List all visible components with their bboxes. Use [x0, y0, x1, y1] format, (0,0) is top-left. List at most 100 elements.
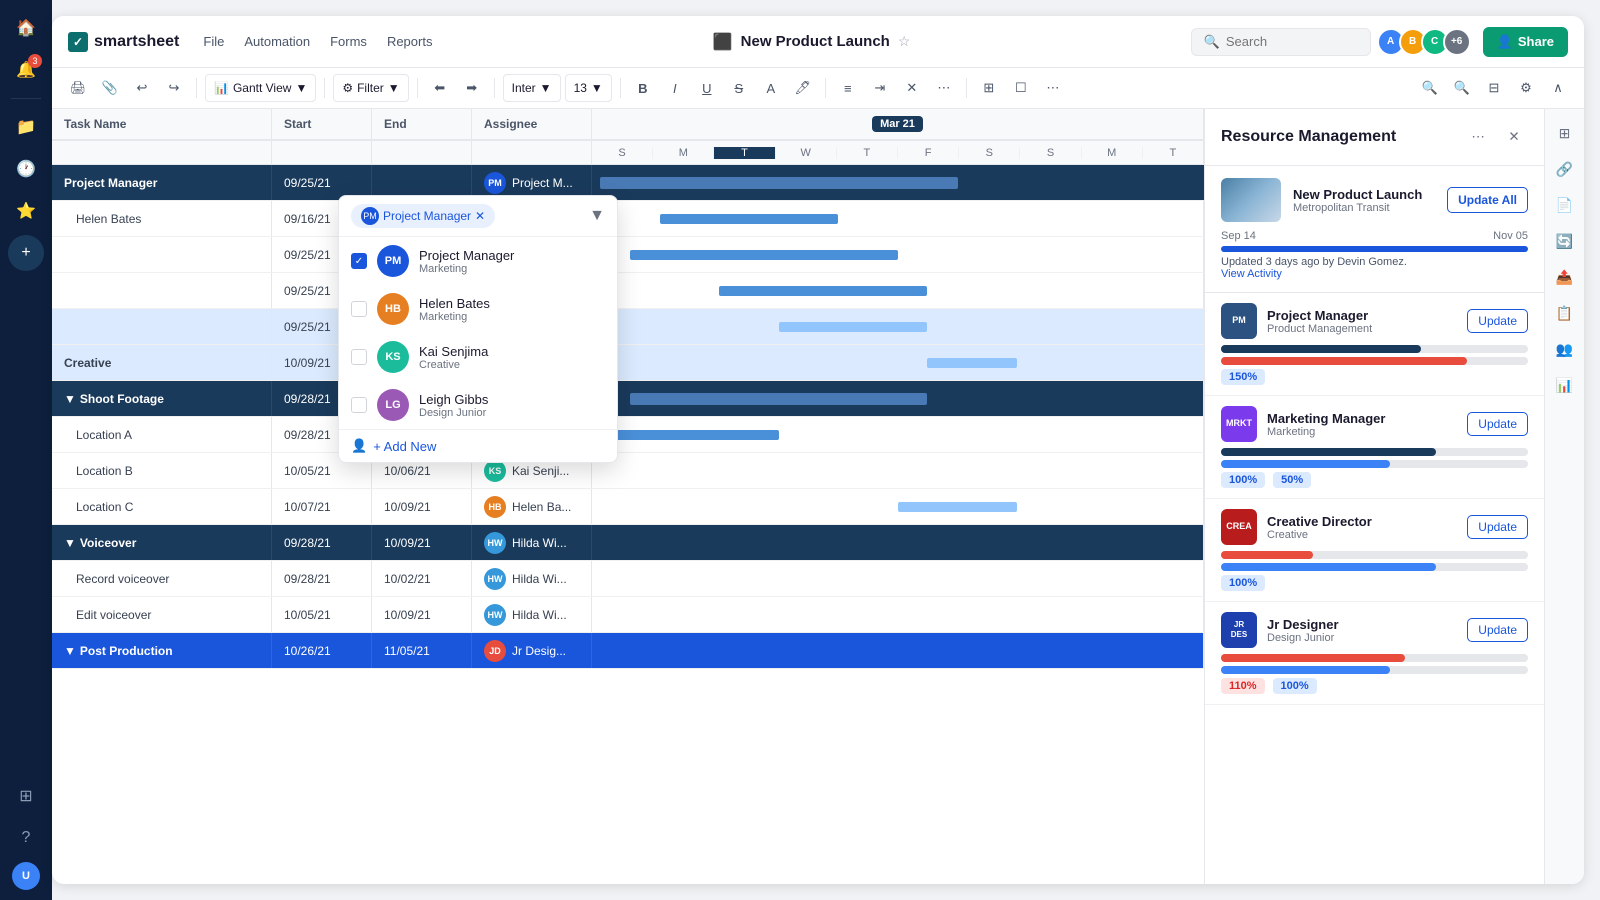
project-date-range: Sep 14 Nov 05 [1221, 230, 1528, 242]
selected-filter-tag[interactable]: PM Project Manager ✕ [351, 204, 495, 228]
table-row[interactable]: Edit voiceover 10/05/21 10/09/21 HW Hild… [52, 597, 1204, 633]
align-right-button[interactable]: ➡ [458, 74, 486, 102]
update-button-mrkt[interactable]: Update [1467, 412, 1528, 436]
checkbox-3[interactable] [351, 397, 367, 413]
nav-automation[interactable]: Automation [244, 30, 310, 53]
favorite-star-icon[interactable]: ☆ [898, 33, 911, 50]
project-client: Metropolitan Transit [1293, 202, 1435, 214]
view-activity-link[interactable]: View Activity [1221, 268, 1282, 280]
right-icon-doc[interactable]: 📄 [1549, 189, 1581, 221]
checkbox-1[interactable] [351, 301, 367, 317]
table-row[interactable]: Creative 10/09/21 CR Creative... [52, 345, 1204, 381]
italic-button[interactable]: I [661, 74, 689, 102]
home-icon[interactable]: 🏠 [8, 10, 44, 46]
help-icon[interactable]: ? [8, 820, 44, 856]
end-column-header: End [372, 109, 472, 139]
right-icon-refresh[interactable]: 🔄 [1549, 225, 1581, 257]
right-icon-resource[interactable]: 👥 [1549, 333, 1581, 365]
right-icon-grid[interactable]: ⊞ [1549, 117, 1581, 149]
list-item[interactable]: ✓ PM Project Manager Marketing [339, 237, 617, 285]
item-info-1: Helen Bates Marketing [419, 296, 605, 323]
table-row[interactable]: Helen Bates 09/16/21 09/18/21 HB Helen B… [52, 201, 1204, 237]
search-box[interactable]: 🔍 [1191, 28, 1371, 56]
list-item[interactable]: HB Helen Bates Marketing [339, 285, 617, 333]
bold-button[interactable]: B [629, 74, 657, 102]
panel-close-button[interactable]: ✕ [1500, 123, 1528, 151]
collapse-panel-button[interactable]: ∧ [1544, 74, 1572, 102]
table-button[interactable]: ⊞ [975, 74, 1003, 102]
resource-item-header-0: PM Project Manager Product Management Up… [1221, 303, 1528, 339]
align-left-button[interactable]: ⬅ [426, 74, 454, 102]
collapse-button[interactable]: ⊟ [1480, 74, 1508, 102]
checkbox-0[interactable]: ✓ [351, 253, 367, 269]
list-item[interactable]: LG Leigh Gibbs Design Junior [339, 381, 617, 429]
notifications-icon[interactable]: 🔔 3 [8, 52, 44, 88]
table-row[interactable]: Location B 10/05/21 10/06/21 KS Kai Senj… [52, 453, 1204, 489]
underline-button[interactable]: U [693, 74, 721, 102]
tag-remove-icon[interactable]: ✕ [475, 209, 485, 223]
undo-button[interactable]: ↩ [128, 74, 156, 102]
dropdown-caret-icon: ▼ [589, 207, 605, 225]
user-avatar-icon[interactable]: U [12, 862, 40, 890]
highlight-color-button[interactable]: 🖊 [789, 74, 817, 102]
grid-icon[interactable]: ⊞ [8, 778, 44, 814]
bar-fill-jr-2 [1221, 666, 1390, 674]
table-row[interactable]: ▼ Post Production 10/26/21 11/05/21 JD J… [52, 633, 1204, 669]
project-date-bar [1221, 246, 1528, 252]
add-icon[interactable]: + [8, 235, 44, 271]
add-new-button[interactable]: 👤 + Add New [339, 429, 617, 462]
table-row[interactable]: Project Manager 09/25/21 PM Project M... [52, 165, 1204, 201]
item-info-2: Kai Senjima Creative [419, 344, 605, 371]
bar-track-mrkt-2 [1221, 460, 1528, 468]
right-icon-export[interactable]: 📤 [1549, 261, 1581, 293]
gantt-column-headers: Task Name Start End Assignee Mar 21 [52, 109, 1204, 141]
panel-header-actions: ⋯ ✕ [1464, 123, 1528, 151]
panel-more-button[interactable]: ⋯ [1464, 123, 1492, 151]
right-icon-book[interactable]: 📋 [1549, 297, 1581, 329]
text-align-button[interactable]: ≡ [834, 74, 862, 102]
table-row[interactable]: 09/25/21 HB Helen Ba... [52, 237, 1204, 273]
history-icon[interactable]: 🕐 [8, 151, 44, 187]
table-row[interactable]: 09/25/21 LG Leigh Gi... [52, 273, 1204, 309]
settings-button[interactable]: ⚙ [1512, 74, 1540, 102]
update-button-jr[interactable]: Update [1467, 618, 1528, 642]
gantt-view-dropdown[interactable]: 📊 Gantt View ▼ [205, 74, 316, 102]
update-all-button[interactable]: Update All [1447, 187, 1528, 213]
more-format-button[interactable]: ⋯ [930, 74, 958, 102]
indent-button[interactable]: ⇥ [866, 74, 894, 102]
zoom-in-button[interactable]: 🔍 [1416, 74, 1444, 102]
zoom-out-button[interactable]: 🔍 [1448, 74, 1476, 102]
text-color-button[interactable]: A [757, 74, 785, 102]
nav-forms[interactable]: Forms [330, 30, 367, 53]
table-row[interactable]: Location C 10/07/21 10/09/21 HB Helen Ba… [52, 489, 1204, 525]
right-icon-link[interactable]: 🔗 [1549, 153, 1581, 185]
folder-icon[interactable]: 📁 [8, 109, 44, 145]
search-input[interactable] [1226, 34, 1346, 49]
font-size-dropdown[interactable]: 13 ▼ [565, 74, 612, 102]
strikethrough-button[interactable]: S [725, 74, 753, 102]
share-button[interactable]: 👤 Share [1483, 27, 1568, 57]
table-row[interactable]: ▼ Voiceover 09/28/21 10/09/21 HW Hilda W… [52, 525, 1204, 561]
table-row[interactable]: Location A 09/28/21 10/02/21 KS Kai Senj… [52, 417, 1204, 453]
font-dropdown[interactable]: Inter ▼ [503, 74, 561, 102]
right-icon-chart[interactable]: 📊 [1549, 369, 1581, 401]
redo-button[interactable]: ↪ [160, 74, 188, 102]
print-button[interactable]: 🖨 [64, 74, 92, 102]
update-button-pm[interactable]: Update [1467, 309, 1528, 333]
update-button-crea[interactable]: Update [1467, 515, 1528, 539]
top-nav: File Automation Forms Reports [203, 30, 432, 53]
filter-dropdown[interactable]: ⚙ Filter ▼ [333, 74, 408, 102]
star-icon[interactable]: ⭐ [8, 193, 44, 229]
highlight-button[interactable]: ☐ [1007, 74, 1035, 102]
clear-format-button[interactable]: ✕ [898, 74, 926, 102]
checkbox-2[interactable] [351, 349, 367, 365]
attachment-button[interactable]: 📎 [96, 74, 124, 102]
row-0-task: Project Manager [64, 176, 157, 190]
nav-file[interactable]: File [203, 30, 224, 53]
table-row[interactable]: 09/25/21 LG Leigh Gi... [52, 309, 1204, 345]
list-item[interactable]: KS Kai Senjima Creative [339, 333, 617, 381]
table-row[interactable]: Record voiceover 09/28/21 10/02/21 HW Hi… [52, 561, 1204, 597]
table-row[interactable]: ▼ Shoot Footage 09/28/21 10/09/21 KS Kai… [52, 381, 1204, 417]
nav-reports[interactable]: Reports [387, 30, 433, 53]
extra-button[interactable]: ⋯ [1039, 74, 1067, 102]
